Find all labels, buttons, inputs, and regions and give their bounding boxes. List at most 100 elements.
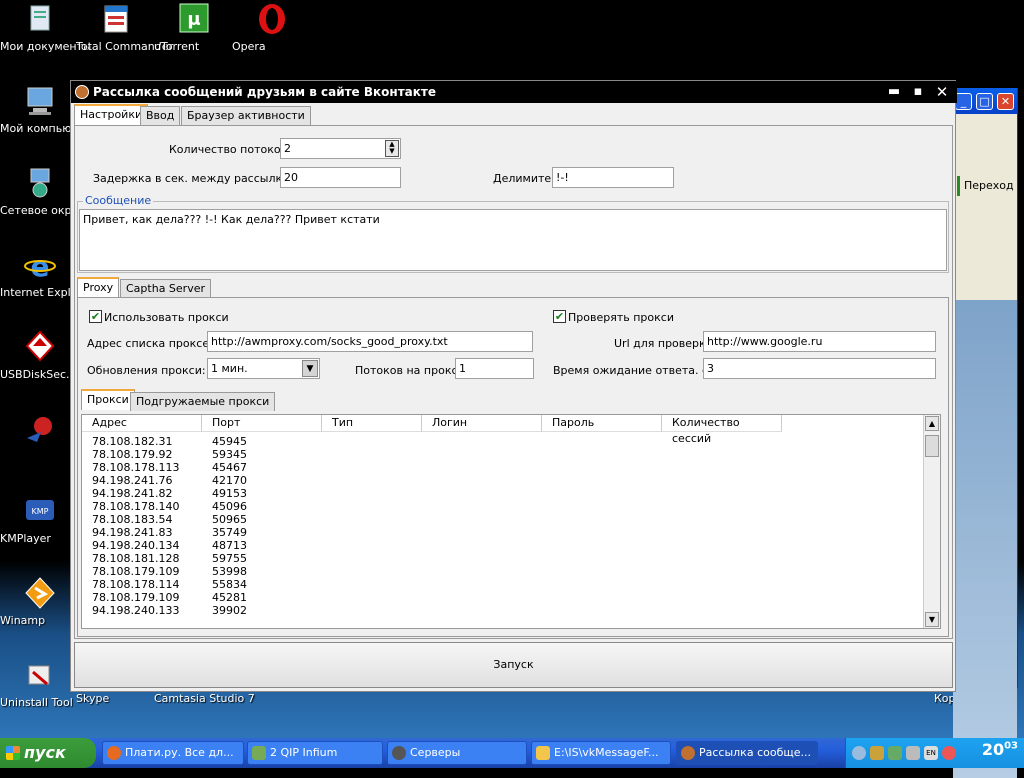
check-proxy-label: Проверять прокси xyxy=(568,311,674,324)
table-row[interactable]: 78.108.182.31 45945 xyxy=(82,435,920,448)
start-button[interactable]: пуск xyxy=(0,738,96,768)
spinner-arrows-icon[interactable]: ▲ ▼ xyxy=(385,140,399,157)
desktop-icon-kmplayer[interactable]: KMP KMPlayer xyxy=(0,494,80,545)
desktop-icon-utorrent[interactable]: μ uTorrent xyxy=(154,2,234,53)
opera-icon xyxy=(255,2,289,36)
tab-settings[interactable]: Настройки xyxy=(74,104,149,125)
tray-network-icon[interactable] xyxy=(888,746,902,760)
table-row[interactable]: 78.108.179.109 53998 xyxy=(82,565,920,578)
table-row[interactable]: 78.108.178.140 45096 xyxy=(82,500,920,513)
maximize-icon[interactable]: □ xyxy=(976,93,993,110)
tray-steam-icon[interactable] xyxy=(906,746,920,760)
desktop-icon-uninstall-tool[interactable]: Uninstall Tool xyxy=(0,658,80,709)
chevron-down-icon[interactable]: ▼ xyxy=(302,360,318,377)
scroll-down-icon[interactable]: ▼ xyxy=(925,612,939,627)
table-row[interactable]: 78.108.178.114 55834 xyxy=(82,578,920,591)
column-header-sessions[interactable]: Количество сессий xyxy=(662,415,782,445)
column-header-port[interactable]: Порт xyxy=(202,415,322,432)
minimize-icon[interactable]: ▬ xyxy=(885,84,903,100)
tray-app-icon[interactable] xyxy=(870,746,884,760)
tray-language-icon[interactable]: EN xyxy=(924,746,938,760)
timeout-label: Время ожидание ответа. сек xyxy=(553,364,722,377)
run-button[interactable]: Запуск xyxy=(74,642,953,688)
cell-port: 45945 xyxy=(212,435,247,448)
maximize-icon[interactable]: ▪ xyxy=(909,84,927,100)
table-row[interactable]: 94.198.241.83 35749 xyxy=(82,526,920,539)
table-row[interactable]: 94.198.240.134 48713 xyxy=(82,539,920,552)
refresh-label: Обновления прокси: xyxy=(87,364,206,377)
tab-proxy[interactable]: Proxy xyxy=(77,277,120,298)
table-row[interactable]: 94.198.241.82 49153 xyxy=(82,487,920,500)
tray-arrow-icon[interactable] xyxy=(852,746,866,760)
desktop-icon-network[interactable]: Сетевое окружение xyxy=(0,166,116,217)
network-icon xyxy=(23,166,57,200)
desktop-icon-program[interactable] xyxy=(0,412,80,450)
table-row[interactable]: 78.108.181.128 59755 xyxy=(82,552,920,565)
scroll-up-icon[interactable]: ▲ xyxy=(925,416,939,431)
scroll-thumb[interactable] xyxy=(925,435,939,457)
column-header-password[interactable]: Пароль xyxy=(542,415,662,432)
cell-port: 50965 xyxy=(212,513,247,526)
taskbar-item-firefox[interactable]: Плати.ру. Все дл... xyxy=(102,741,244,765)
desktop-icon-opera[interactable]: Opera xyxy=(232,2,312,53)
background-window: _ □ ✕ Переход xyxy=(950,88,1018,778)
tab-captcha-server[interactable]: Captha Server xyxy=(120,279,211,298)
app-title: Рассылка сообщений друзьям в сайте Вконт… xyxy=(93,85,436,99)
cell-address: 94.198.240.133 xyxy=(92,604,180,617)
table-scrollbar[interactable]: ▲ ▼ xyxy=(923,415,940,628)
cell-address: 94.198.240.134 xyxy=(92,539,180,552)
tab-input[interactable]: Ввод xyxy=(140,106,181,125)
desktop-icon-my-documents[interactable]: Мои документы xyxy=(0,2,92,53)
list-url-field[interactable]: http://awmproxy.com/socks_good_proxy.txt xyxy=(207,331,533,352)
column-header-login[interactable]: Логин xyxy=(422,415,542,432)
desktop-icon-my-computer[interactable]: Мой компьютер xyxy=(0,84,92,135)
taskbar-item-explorer[interactable]: E:\IS\vkMessageF... xyxy=(531,741,671,765)
desktop-icon-ie[interactable]: e Internet Explorer xyxy=(0,248,93,299)
desktop-icon-total-commander[interactable]: Total Commander xyxy=(76,2,173,53)
close-icon[interactable]: ✕ xyxy=(933,84,951,100)
message-textarea[interactable]: Привет, как дела??? !-! Как дела??? Прив… xyxy=(79,209,947,271)
folder-icon xyxy=(23,2,57,36)
close-icon[interactable]: ✕ xyxy=(997,93,1014,110)
delay-field[interactable]: 20 xyxy=(280,167,401,188)
check-proxy-checkbox[interactable]: ✔ xyxy=(553,310,566,323)
qip-icon xyxy=(252,746,266,760)
delimiter-field[interactable]: !-! xyxy=(552,167,674,188)
table-row[interactable]: 94.198.240.133 39902 xyxy=(82,604,920,617)
total-commander-icon xyxy=(99,2,133,36)
tray-opera-icon[interactable] xyxy=(942,746,956,760)
tab-loaded-proxies[interactable]: Подгружаемые прокси xyxy=(130,392,276,411)
desktop-icon-winamp[interactable]: Winamp xyxy=(0,576,80,627)
use-proxy-checkbox[interactable]: ✔ xyxy=(89,310,102,323)
taskbar-item-servers[interactable]: Серверы xyxy=(387,741,527,765)
system-tray: EN 2003 xyxy=(845,738,1024,768)
taskbar-item-app[interactable]: Рассылка сообще... xyxy=(676,741,818,765)
taskbar-item-qip[interactable]: 2 QIP Infium xyxy=(247,741,383,765)
check-url-field[interactable]: http://www.google.ru xyxy=(703,331,936,352)
app-icon xyxy=(75,85,89,99)
proxy-threads-label: Потоков на прокси xyxy=(355,364,465,377)
proxy-threads-field[interactable]: 1 xyxy=(455,358,534,379)
table-row[interactable]: 78.108.179.109 45281 xyxy=(82,591,920,604)
table-row[interactable]: 78.108.179.92 59345 xyxy=(82,448,920,461)
cell-address: 78.108.179.109 xyxy=(92,591,180,604)
table-row[interactable]: 78.108.178.113 45467 xyxy=(82,461,920,474)
column-header-type[interactable]: Тип xyxy=(322,415,422,432)
refresh-select[interactable]: 1 мин. ▼ xyxy=(207,358,320,379)
tab-proxy-list[interactable]: Прокси xyxy=(81,389,135,410)
clock[interactable]: 2003 xyxy=(982,740,1018,759)
cell-port: 49153 xyxy=(212,487,247,500)
kmplayer-icon: KMP xyxy=(23,494,57,528)
delay-label: Задержка в сек. между рассылками xyxy=(93,172,305,185)
column-header-address[interactable]: Адрес xyxy=(82,415,202,432)
table-row[interactable]: 94.198.241.76 42170 xyxy=(82,474,920,487)
proxy-table[interactable]: Адрес Порт Тип Логин Пароль Количество с… xyxy=(81,414,941,629)
minimize-icon[interactable]: _ xyxy=(955,93,972,110)
tab-browser-activity[interactable]: Браузер активности xyxy=(181,106,311,125)
go-button[interactable]: Переход xyxy=(957,176,1017,196)
cell-address: 78.108.183.54 xyxy=(92,513,173,526)
timeout-field[interactable]: 3 xyxy=(703,358,936,379)
table-row[interactable]: 78.108.183.54 50965 xyxy=(82,513,920,526)
desktop-icon-usbdisksec[interactable]: USBDiskSec... xyxy=(0,330,80,381)
threads-spinner[interactable]: 2 ▲ ▼ xyxy=(280,138,401,159)
